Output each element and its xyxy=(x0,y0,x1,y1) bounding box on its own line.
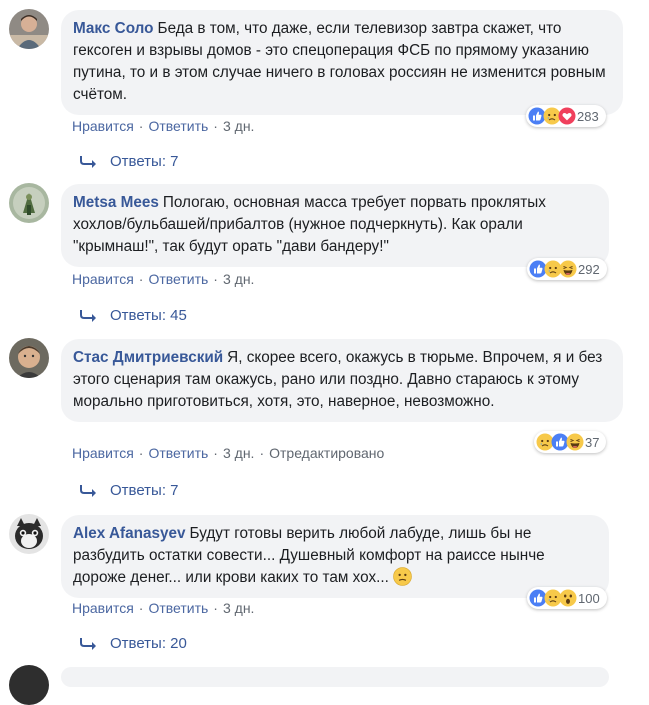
comment-time[interactable]: 3 дн. xyxy=(223,271,254,287)
replies-count[interactable]: Ответы: 45 xyxy=(110,307,187,324)
reply-arrow-icon xyxy=(80,310,96,322)
haha-reaction-icon xyxy=(559,260,577,278)
comment-actions: Нравится · Ответить · 3 дн. · Отредактировано xyxy=(72,445,385,461)
reaction-summary[interactable]: 292 xyxy=(527,258,607,280)
reply-link[interactable]: Ответить xyxy=(148,445,208,461)
reply-arrow-icon xyxy=(80,638,96,650)
reaction-count: 37 xyxy=(585,434,600,450)
comment-bubble: Стас Дмитриевский Я, скорее всего, окажус… xyxy=(61,339,623,422)
reply-link[interactable]: Ответить xyxy=(148,271,208,287)
avatar[interactable] xyxy=(9,9,49,49)
avatar[interactable] xyxy=(9,514,49,554)
reaction-count: 283 xyxy=(577,108,599,124)
view-replies-link[interactable]: Ответы: 7 xyxy=(80,482,179,499)
reply-link[interactable]: Ответить xyxy=(148,600,208,616)
view-replies-link[interactable]: Ответы: 7 xyxy=(80,153,179,170)
avatar[interactable] xyxy=(9,665,49,705)
avatar-image-icon xyxy=(9,514,49,554)
wow-reaction-icon xyxy=(559,589,577,607)
reply-link[interactable]: Ответить xyxy=(148,118,208,134)
like-link[interactable]: Нравится xyxy=(72,271,134,287)
view-replies-link[interactable]: Ответы: 20 xyxy=(80,635,187,652)
comment-actions: Нравится · Ответить · 3 дн. xyxy=(72,271,255,287)
like-link[interactable]: Нравится xyxy=(72,118,134,134)
replies-count[interactable]: Ответы: 7 xyxy=(110,482,179,499)
comment-time[interactable]: 3 дн. xyxy=(223,445,254,461)
avatar[interactable] xyxy=(9,183,49,223)
love-reaction-icon xyxy=(558,107,576,125)
avatar-image-icon xyxy=(9,183,49,223)
comment-bubble: Alex Afanasyev Будут готовы верить любой … xyxy=(61,515,609,598)
haha-reaction-icon xyxy=(566,433,584,451)
comment-time[interactable]: 3 дн. xyxy=(223,600,254,616)
avatar-image-icon xyxy=(9,9,49,49)
avatar[interactable] xyxy=(9,338,49,378)
comment-actions: Нравится · Ответить · 3 дн. xyxy=(72,118,255,134)
reaction-summary[interactable]: 283 xyxy=(526,105,606,127)
comment-bubble: Макс Соло Беда в том, что даже, если теле… xyxy=(61,10,623,115)
replies-count[interactable]: Ответы: 20 xyxy=(110,635,187,652)
comment-bubble: Metsa Mees Пологаю, основная масса требуе… xyxy=(61,184,609,267)
reply-arrow-icon xyxy=(80,156,96,168)
avatar-image-icon xyxy=(9,665,49,705)
replies-count[interactable]: Ответы: 7 xyxy=(110,153,179,170)
avatar-image-icon xyxy=(9,338,49,378)
like-link[interactable]: Нравится xyxy=(72,600,134,616)
like-link[interactable]: Нравится xyxy=(72,445,134,461)
edited-label[interactable]: Отредактировано xyxy=(269,445,384,461)
comment-author[interactable]: Стас Дмитриевский xyxy=(73,349,223,366)
confused-face-emoji-icon xyxy=(393,567,412,586)
comment-author[interactable]: Metsa Mees xyxy=(73,194,159,211)
comment-author[interactable]: Alex Afanasyev xyxy=(73,525,186,542)
reaction-summary[interactable]: 37 xyxy=(534,431,607,453)
reaction-count: 100 xyxy=(578,590,600,606)
reaction-summary[interactable]: 100 xyxy=(527,587,607,609)
reaction-count: 292 xyxy=(578,261,600,277)
view-replies-link[interactable]: Ответы: 45 xyxy=(80,307,187,324)
reply-arrow-icon xyxy=(80,485,96,497)
comment-bubble xyxy=(61,667,609,687)
comment-author[interactable]: Макс Соло xyxy=(73,20,154,37)
comment-time[interactable]: 3 дн. xyxy=(223,118,254,134)
comment-actions: Нравится · Ответить · 3 дн. xyxy=(72,600,255,616)
